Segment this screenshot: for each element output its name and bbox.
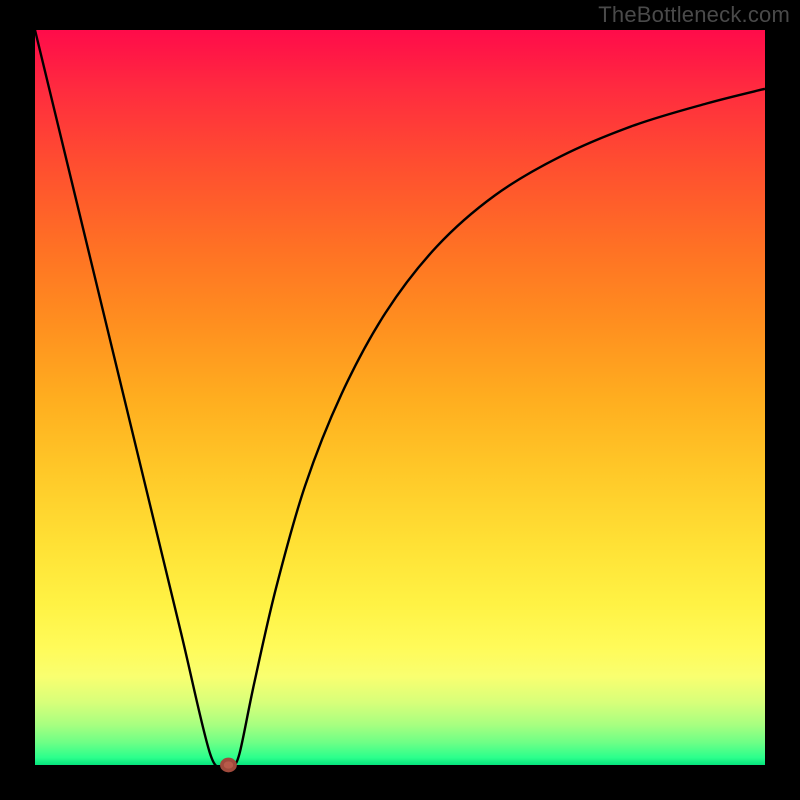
bottleneck-curve (35, 30, 765, 767)
plot-area (35, 30, 765, 765)
chart-frame: TheBottleneck.com (0, 0, 800, 800)
curve-layer (35, 30, 765, 765)
bottleneck-marker (222, 759, 235, 770)
watermark-label: TheBottleneck.com (598, 2, 790, 28)
